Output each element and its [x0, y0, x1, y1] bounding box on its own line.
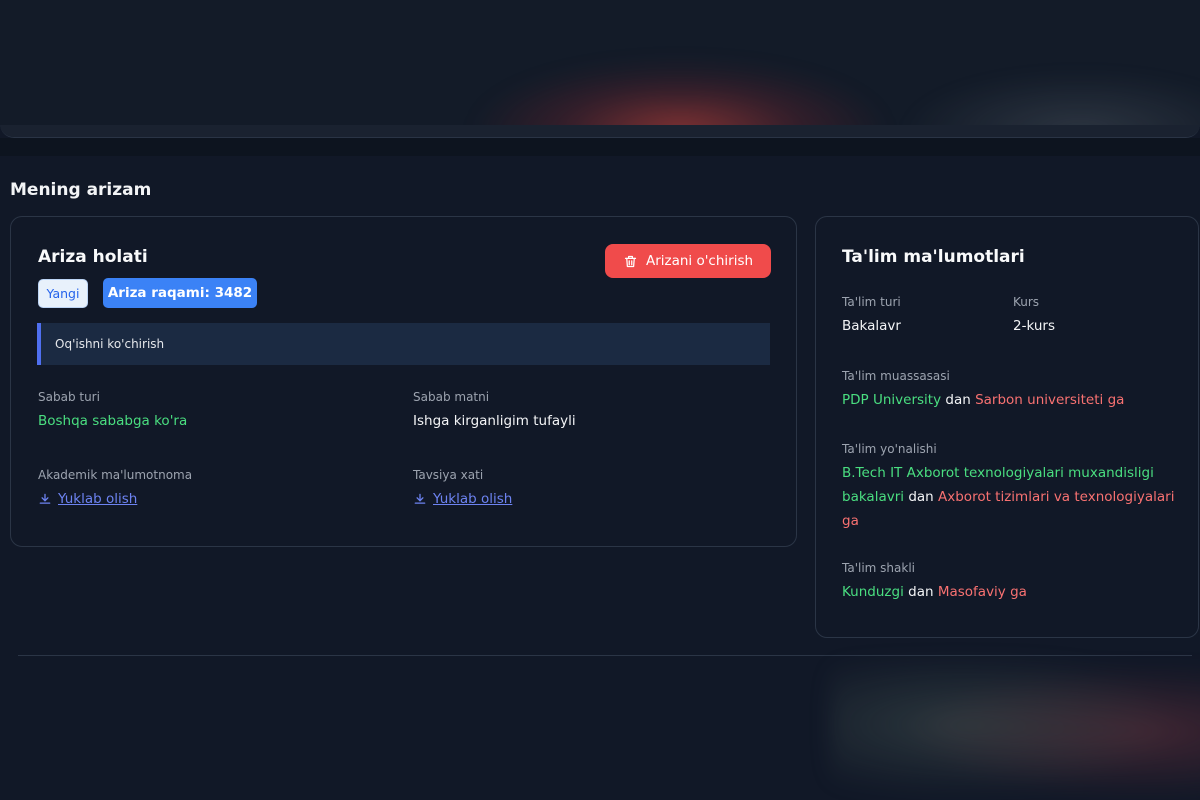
recommendation-download-link[interactable]: Yuklab olish — [413, 491, 512, 507]
education-heading: Ta'lim ma'lumotlari — [842, 247, 1025, 267]
direction-value: B.Tech IT Axborot texnologiyalari muxand… — [842, 461, 1182, 533]
course-value: 2-kurs — [1013, 318, 1056, 334]
reason-text-label: Sabab matni — [413, 390, 490, 404]
delete-application-label: Arizani o'chirish — [645, 253, 754, 269]
institution-to: Sarbon universiteti ga — [975, 392, 1125, 408]
study-form-join: dan — [908, 584, 934, 600]
application-type-text: Oq'ishni ko'chirish — [55, 337, 165, 351]
direction-label: Ta'lim yo'nalishi — [842, 442, 937, 456]
study-form-to: Masofaviy ga — [937, 584, 1027, 600]
status-badge: Yangi — [38, 279, 88, 308]
academic-download-link[interactable]: Yuklab olish — [38, 491, 137, 507]
education-type-value: Bakalavr — [842, 318, 901, 334]
institution-from: PDP University — [842, 392, 942, 408]
academic-download-label: Yuklab olish — [58, 491, 138, 507]
study-form-value: Kunduzgi dan Masofaviy ga — [842, 580, 1182, 604]
recommendation-download-label: Yuklab olish — [433, 491, 513, 507]
institution-label: Ta'lim muassasasi — [842, 369, 950, 383]
banner-base — [0, 125, 1200, 137]
application-type-bar: Oq'ishni ko'chirish — [37, 323, 770, 365]
institution-join: dan — [945, 392, 971, 408]
top-divider — [0, 138, 1200, 156]
download-icon — [39, 493, 51, 504]
application-status-heading: Ariza holati — [38, 247, 148, 267]
academic-reference-label: Akademik ma'lumotnoma — [38, 468, 193, 482]
recommendation-letter-label: Tavsiya xati — [413, 468, 484, 482]
reason-type-label: Sabab turi — [38, 390, 100, 404]
study-form-label: Ta'lim shakli — [842, 561, 915, 575]
application-number-badge: Ariza raqami: 3482 — [103, 278, 257, 308]
course-label: Kurs — [1013, 295, 1040, 309]
download-icon — [414, 493, 426, 504]
study-form-from: Kunduzgi — [842, 584, 904, 600]
direction-join: dan — [908, 489, 934, 505]
reason-text-value: Ishga kirganligim tufayli — [413, 413, 576, 429]
reason-type-value: Boshqa sababga ko'ra — [38, 413, 188, 429]
bottom-glow — [830, 660, 1200, 800]
section-title: Mening arizam — [10, 180, 152, 200]
institution-value: PDP University dan Sarbon universiteti g… — [842, 388, 1182, 412]
application-card: Ariza holati Arizani o'chirish Yangi Ari… — [10, 216, 797, 547]
education-type-label: Ta'lim turi — [842, 295, 901, 309]
trash-icon — [624, 255, 637, 267]
bottom-divider — [18, 655, 1192, 656]
delete-application-button[interactable]: Arizani o'chirish — [605, 244, 771, 278]
education-card: Ta'lim ma'lumotlari Ta'lim turi Bakalavr… — [815, 216, 1199, 638]
top-banner — [0, 0, 1200, 138]
